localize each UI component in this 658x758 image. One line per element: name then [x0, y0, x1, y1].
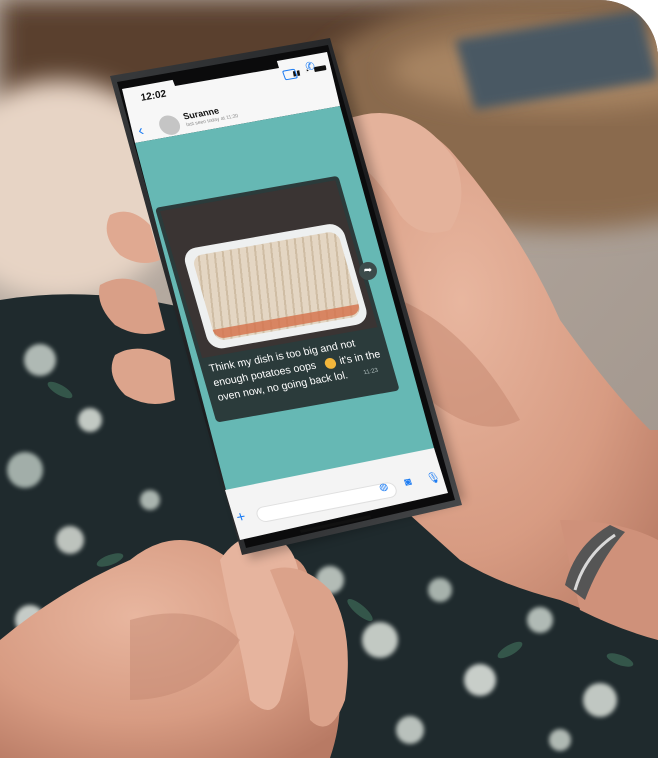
share-arrow-icon: ➦ [363, 265, 373, 276]
photo-scene: 12:02 ▮▮ ◔ ‹ Suranne last seen today at … [0, 0, 658, 758]
forward-button[interactable]: ➦ [359, 262, 377, 280]
